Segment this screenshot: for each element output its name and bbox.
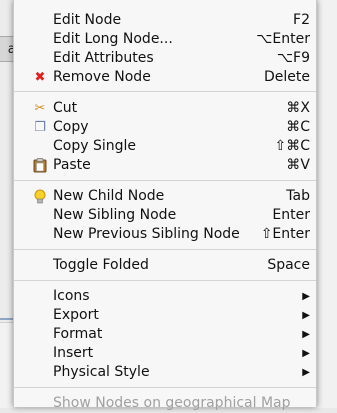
menu-item-label: Paste [53, 157, 91, 173]
menu-item-edit-long-node[interactable]: Edit Long Node... ⌥Enter [14, 30, 316, 49]
menu-item-remove-node[interactable]: ✖ Remove Node Delete [14, 68, 316, 87]
menu-item-label: Copy Single [53, 138, 137, 154]
menu-item-new-sibling-node[interactable]: New Sibling Node Enter [14, 206, 316, 225]
menu-item-label: New Previous Sibling Node [53, 226, 240, 242]
menu-item-insert[interactable]: Insert ▶ [14, 344, 316, 363]
paste-icon [32, 158, 48, 174]
menu-separator [14, 387, 316, 388]
submenu-arrow-icon: ▶ [302, 291, 310, 302]
menu-item-shortcut: ⌘C [286, 119, 310, 135]
submenu-arrow-icon: ▶ [302, 329, 310, 340]
node-context-menu: Edit Node F2 Edit Long Node... ⌥Enter Ed… [13, 0, 317, 411]
submenu-arrow-icon: ▶ [302, 348, 310, 359]
menu-item-label: Edit Long Node... [53, 31, 173, 47]
menu-item-cut[interactable]: ✂ Cut ⌘X [14, 99, 316, 118]
menu-item-toggle-folded[interactable]: Toggle Folded Space [14, 256, 316, 275]
submenu-arrow-icon: ▶ [302, 310, 310, 321]
menu-item-export[interactable]: Export ▶ [14, 306, 316, 325]
menu-item-label: Format [53, 326, 103, 342]
menu-item-icons[interactable]: Icons ▶ [14, 287, 316, 306]
menu-item-physical-style[interactable]: Physical Style ▶ [14, 363, 316, 382]
menu-item-shortcut: ⌥F9 [276, 50, 310, 66]
menu-item-label: Edit Attributes [53, 50, 154, 66]
menu-item-edit-node[interactable]: Edit Node F2 [14, 11, 316, 30]
menu-item-shortcut: F2 [293, 12, 310, 28]
menu-item-shortcut: ⌘X [286, 100, 310, 116]
menu-item-shortcut: Delete [264, 69, 310, 85]
menu-item-shortcut: ⇧⌘C [274, 138, 310, 154]
menu-item-edit-attributes[interactable]: Edit Attributes ⌥F9 [14, 49, 316, 68]
menu-item-show-nodes-on-map: Show Nodes on geographical Map [14, 394, 316, 413]
menu-item-paste[interactable]: Paste ⌘V [14, 156, 316, 175]
clipboard-svg [33, 158, 47, 173]
menu-item-new-previous-sibling-node[interactable]: New Previous Sibling Node ⇧Enter [14, 225, 316, 244]
menu-item-shortcut: Space [267, 257, 310, 273]
menu-separator [14, 280, 316, 281]
menu-item-label: Show Nodes on geographical Map [53, 395, 291, 411]
menu-item-label: Insert [53, 345, 94, 361]
menu-item-new-child-node[interactable]: New Child Node Tab [14, 187, 316, 206]
menu-item-shortcut: ⌥Enter [256, 31, 310, 47]
menu-item-label: Physical Style [53, 364, 150, 380]
menu-separator [14, 91, 316, 92]
scissors-icon: ✂ [34, 101, 46, 116]
menu-item-shortcut: ⌘V [286, 157, 310, 173]
submenu-arrow-icon: ▶ [302, 367, 310, 378]
menu-item-label: Icons [53, 288, 90, 304]
menu-item-format[interactable]: Format ▶ [14, 325, 316, 344]
remove-icon: ✖ [34, 70, 46, 85]
menu-separator [14, 249, 316, 250]
menu-item-label: Remove Node [53, 69, 151, 85]
lightbulb-svg [34, 189, 46, 204]
menu-item-shortcut: Tab [286, 188, 310, 204]
menu-item-copy[interactable]: ❐ Copy ⌘C [14, 118, 316, 137]
menu-item-label: Edit Node [53, 12, 122, 28]
menu-item-copy-single[interactable]: Copy Single ⇧⌘C [14, 137, 316, 156]
menu-item-shortcut: Enter [272, 207, 310, 223]
menu-item-label: Cut [53, 100, 78, 116]
menu-item-label: Copy [53, 119, 89, 135]
background-side-panel [316, 0, 337, 407]
menu-item-label: Export [53, 307, 99, 323]
menu-item-label: New Child Node [53, 188, 165, 204]
menu-separator [14, 180, 316, 181]
lightbulb-icon [32, 189, 48, 205]
menu-item-shortcut: ⇧Enter [260, 226, 310, 242]
menu-item-label: New Sibling Node [53, 207, 177, 223]
copy-icon: ❐ [34, 120, 46, 135]
menu-item-label: Toggle Folded [53, 257, 149, 273]
